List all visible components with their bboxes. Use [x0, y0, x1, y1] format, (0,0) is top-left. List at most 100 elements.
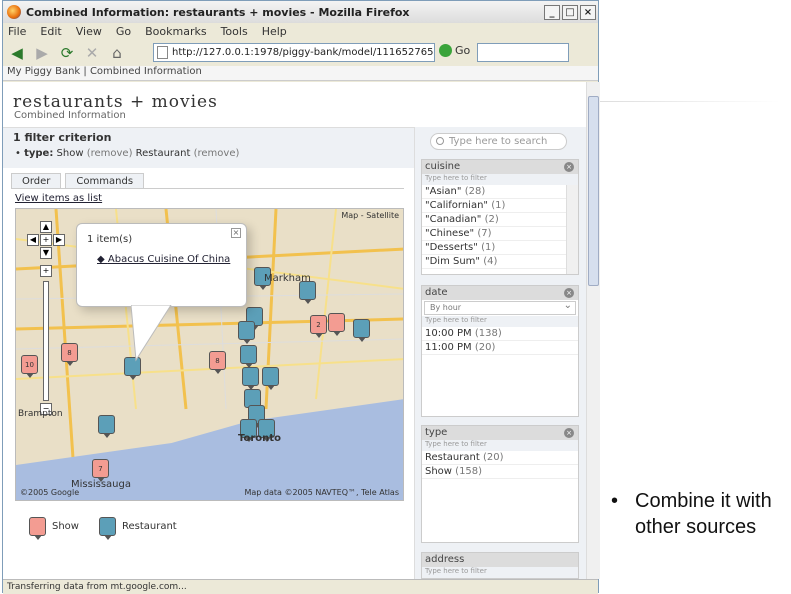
- legend-restaurant-label: Restaurant: [121, 521, 177, 532]
- facet-value[interactable]: Restaurant (20): [422, 451, 578, 465]
- facet-value[interactable]: "Californian" (1): [422, 199, 578, 213]
- bullet-icon: •: [611, 490, 619, 512]
- facet-header: cuisine ×: [422, 160, 578, 174]
- show-marker[interactable]: 10: [21, 355, 38, 378]
- go-icon: [439, 44, 452, 57]
- restaurant-marker[interactable]: [98, 415, 115, 438]
- home-icon[interactable]: ⌂: [106, 42, 128, 64]
- menu-edit[interactable]: Edit: [40, 25, 61, 38]
- menu-bookmarks[interactable]: Bookmarks: [145, 25, 206, 38]
- show-legend-icon: [29, 517, 46, 540]
- stop-icon[interactable]: ✕: [81, 42, 103, 64]
- menu-tools[interactable]: Tools: [221, 25, 248, 38]
- facet-filter-input[interactable]: Type here to filter: [422, 440, 578, 451]
- zoom-slider[interactable]: [43, 281, 49, 401]
- view-as-list-link[interactable]: View items as list: [15, 193, 102, 204]
- restaurant-marker[interactable]: [240, 345, 257, 368]
- filter-header: 1 filter criterion: [13, 131, 112, 144]
- browser-window: Combined Information: restaurants + movi…: [2, 0, 600, 594]
- remove-show-link[interactable]: (remove): [87, 148, 133, 159]
- pan-left-icon[interactable]: ◀: [27, 234, 39, 246]
- pan-down-icon[interactable]: ▼: [40, 247, 52, 259]
- facet-value[interactable]: 10:00 PM (138): [422, 327, 578, 341]
- facet-value-label: 10:00 PM: [425, 328, 472, 339]
- map-copyright-right: Map data ©2005 NAVTEQ™, Tele Atlas: [244, 488, 399, 497]
- close-facet-icon[interactable]: ×: [564, 288, 574, 298]
- balloon-tail: [131, 305, 172, 362]
- tab-order[interactable]: Order: [11, 173, 62, 189]
- facet-value[interactable]: Show (158): [422, 465, 578, 479]
- facet-value-label: "Canadian": [425, 214, 482, 225]
- forward-icon[interactable]: ▶: [31, 42, 53, 64]
- navigation-toolbar: ◀ ▶ ⟳ ✕ ⌂ http://127.0.0.1:1978/piggy-ba…: [3, 40, 598, 66]
- status-bar: Transferring data from mt.google.com...: [3, 579, 598, 594]
- date-grouping-select[interactable]: By hour: [424, 300, 576, 315]
- page-title: restaurants + movies: [13, 92, 218, 112]
- close-button[interactable]: ×: [580, 4, 596, 20]
- show-marker[interactable]: 8: [209, 351, 226, 374]
- restaurant-marker[interactable]: [242, 367, 259, 390]
- facet-value-count: (2): [484, 214, 499, 225]
- firefox-icon: [7, 5, 21, 19]
- tab-commands[interactable]: Commands: [65, 173, 145, 189]
- page-scrollbar[interactable]: [586, 82, 600, 579]
- place-markham: Markham: [264, 273, 311, 284]
- show-marker[interactable]: 8: [61, 343, 78, 366]
- facet-value[interactable]: "Chinese" (7): [422, 227, 578, 241]
- facet-value[interactable]: "Asian" (28): [422, 185, 578, 199]
- zoom-in-icon[interactable]: +: [40, 265, 52, 277]
- balloon-item-link[interactable]: ◆ Abacus Cuisine Of China: [97, 254, 230, 265]
- map-copyright-left: ©2005 Google: [20, 488, 80, 497]
- show-marker[interactable]: [328, 313, 345, 336]
- bookmark-label[interactable]: My Piggy Bank | Combined Information: [7, 66, 202, 77]
- go-button[interactable]: Go: [439, 44, 470, 57]
- restaurant-marker[interactable]: [353, 319, 370, 342]
- facet-scrollbar[interactable]: [566, 185, 578, 274]
- place-mississauga: Mississauga: [71, 479, 131, 490]
- facet-value-count: (7): [477, 228, 492, 239]
- pan-up-icon[interactable]: ▲: [40, 221, 52, 233]
- facet-type: type × Type here to filter Restaurant (2…: [421, 425, 579, 543]
- map-controls: ▲ ◀ + ▶ ▼ + −: [19, 213, 73, 415]
- page-content: restaurants + movies Combined Informatio…: [3, 82, 586, 579]
- facet-filter-input[interactable]: Type here to filter: [422, 316, 578, 327]
- map-mode-toggle[interactable]: Map - Satellite: [341, 211, 399, 220]
- facet-value[interactable]: "Desserts" (1): [422, 241, 578, 255]
- slide-bullet-text: Combine it with other sources: [635, 490, 772, 538]
- show-marker[interactable]: 7: [92, 459, 109, 482]
- facet-value[interactable]: "Canadian" (2): [422, 213, 578, 227]
- place-brampton: Brampton: [18, 409, 63, 419]
- maximize-button[interactable]: □: [562, 4, 578, 20]
- facet-value[interactable]: "Dim Sum" (4): [422, 255, 578, 269]
- close-facet-icon[interactable]: ×: [564, 428, 574, 438]
- close-balloon-icon[interactable]: ×: [231, 228, 241, 238]
- facet-value-label: "Dim Sum": [425, 256, 481, 267]
- facet-filter-input[interactable]: Type here to filter: [422, 567, 578, 578]
- menu-go[interactable]: Go: [116, 25, 131, 38]
- close-facet-icon[interactable]: ×: [564, 162, 574, 172]
- facet-value-count: (1): [481, 242, 496, 253]
- restaurant-marker[interactable]: [238, 321, 255, 344]
- map-view[interactable]: ▲ ◀ + ▶ ▼ + − Map - Satellite 2 8 10 8 7…: [15, 208, 404, 501]
- facet-filter-input[interactable]: Type here to filter: [422, 174, 578, 185]
- browser-search-input[interactable]: [477, 43, 569, 62]
- pan-right-icon[interactable]: ▶: [53, 234, 65, 246]
- back-icon[interactable]: ◀: [6, 42, 28, 64]
- facet-value-label: Show: [425, 466, 452, 477]
- scrollbar-thumb[interactable]: [588, 96, 599, 286]
- menu-view[interactable]: View: [76, 25, 102, 38]
- url-field[interactable]: http://127.0.0.1:1978/piggy-bank/model/1…: [153, 43, 435, 62]
- menu-help[interactable]: Help: [262, 25, 287, 38]
- facet-value-count: (158): [455, 466, 483, 477]
- pan-center-icon[interactable]: +: [40, 234, 52, 246]
- title-bar: Combined Information: restaurants + movi…: [3, 1, 598, 23]
- sidebar-search-input[interactable]: Type here to search: [430, 133, 567, 150]
- minimize-button[interactable]: _: [544, 4, 560, 20]
- reload-icon[interactable]: ⟳: [56, 42, 78, 64]
- show-marker[interactable]: 2: [310, 315, 327, 338]
- filter-criterion: • type: Show (remove) Restaurant (remove…: [15, 148, 240, 159]
- remove-restaurant-link[interactable]: (remove): [194, 148, 240, 159]
- facet-value[interactable]: 11:00 PM (20): [422, 341, 578, 355]
- menu-file[interactable]: File: [8, 25, 26, 38]
- restaurant-marker[interactable]: [262, 367, 279, 390]
